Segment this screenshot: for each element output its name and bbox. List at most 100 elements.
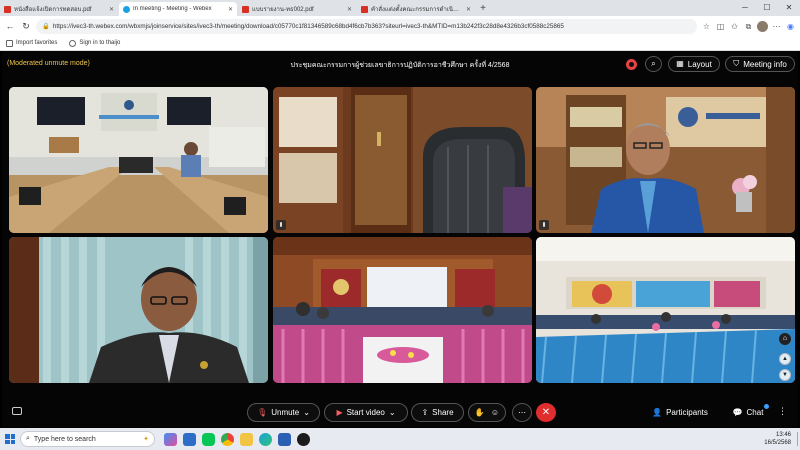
taskbar-pinned-apps — [164, 432, 310, 446]
more-options-button[interactable]: ⋯ — [512, 403, 532, 422]
import-icon — [6, 39, 13, 47]
search-highlight-icon: ✦ — [143, 436, 149, 443]
share-screen-icon: ⇪ — [421, 407, 429, 417]
share-label: Share — [432, 408, 454, 417]
tab-label: คำสั่งแต่งตั้งคณะกรรมการดำเนินงาน.pdf — [371, 7, 463, 13]
more-vertical-icon[interactable]: ⋮ — [778, 406, 787, 417]
close-window-icon[interactable]: ✕ — [778, 0, 800, 16]
close-icon[interactable]: ✕ — [347, 6, 352, 13]
clock-time: 13:46 — [775, 432, 791, 438]
pdf-icon — [361, 5, 368, 13]
recording-icon[interactable] — [626, 59, 637, 70]
close-icon[interactable]: ✕ — [228, 6, 233, 13]
meeting-control-bar: 🎙 Unmute ⌄ ▶ Start video ⌄ ⇪ Share ✋ ☺ ⋯… — [2, 401, 798, 425]
store-app-icon[interactable] — [183, 432, 196, 446]
participants-button[interactable]: 👤 Participants — [648, 403, 712, 422]
chat-label: Chat — [746, 408, 764, 417]
copilot-icon[interactable]: ◉ — [785, 21, 796, 32]
unmute-button[interactable]: 🎙 Unmute ⌄ — [247, 403, 320, 422]
home-icon[interactable]: ⌂ — [779, 333, 791, 345]
emoji-icon[interactable]: ☺ — [491, 408, 499, 417]
tab-label: หนังสือแจ้งเปิดการทดสอบ.pdf — [14, 7, 92, 13]
video-tile-3[interactable] — [536, 87, 795, 233]
close-icon[interactable]: ✕ — [109, 6, 114, 13]
video-tile-2[interactable] — [273, 87, 532, 233]
webex-app-icon[interactable] — [297, 432, 310, 446]
share-button[interactable]: ⇪ Share — [411, 403, 464, 422]
captions-icon[interactable] — [12, 407, 22, 415]
video-feed-blue-room — [536, 237, 795, 383]
search-button[interactable]: ⌕ — [645, 56, 662, 72]
window-controls: ─ ☐ ✕ — [734, 0, 800, 16]
browser-tab-3[interactable]: แบบรายงาน-ทธ002.pdf ✕ — [238, 2, 356, 16]
bookmark-thaijo[interactable]: Sign in to thaijo — [69, 39, 121, 47]
address-bar: ← ↻ 🔒 https://ivec3-th.webex.com/wbxmjs/… — [0, 16, 800, 36]
muted-mic-icon — [539, 220, 549, 230]
scroll-down-button[interactable]: ▼ — [779, 369, 791, 381]
favorite-star-icon[interactable]: ☆ — [701, 21, 712, 32]
profile-avatar[interactable] — [757, 20, 768, 32]
chrome-app-icon[interactable] — [221, 432, 234, 446]
video-tile-4[interactable] — [9, 237, 268, 383]
browser-tab-strip: หนังสือแจ้งเปิดการทดสอบ.pdf ✕ In meeting… — [0, 0, 800, 16]
collections-icon[interactable]: ⧉ — [743, 21, 754, 32]
url-text: https://ivec3-th.webex.com/wbxmjs/joinse… — [52, 22, 564, 30]
close-icon: ✕ — [541, 407, 551, 418]
webex-meeting-window: (Moderated unmute mode) ประชุมคณะกรรมการ… — [2, 51, 798, 427]
windows-start-icon[interactable] — [5, 434, 15, 444]
split-screen-icon[interactable]: ◫ — [715, 21, 726, 32]
chat-button[interactable]: 💬 Chat — [729, 403, 767, 422]
video-tile-5[interactable] — [273, 237, 532, 383]
minimize-icon[interactable]: ─ — [734, 0, 756, 16]
refresh-icon[interactable]: ↻ — [20, 20, 32, 32]
taskbar-clock[interactable]: 13:46 16/5/2568 — [764, 431, 795, 447]
video-feed-participant-suit — [536, 87, 795, 233]
line-app-icon[interactable] — [202, 432, 215, 446]
reactions-button[interactable]: ✋ ☺ — [468, 403, 506, 422]
browser-tab-4[interactable]: คำสั่งแต่งตั้งคณะกรรมการดำเนินงาน.pdf ✕ — [357, 2, 475, 16]
close-icon[interactable]: ✕ — [466, 6, 471, 13]
maximize-icon[interactable]: ☐ — [756, 0, 778, 16]
shield-icon: ⛉ — [733, 59, 740, 68]
browser-tab-1[interactable]: หนังสือแจ้งเปิดการทดสอบ.pdf ✕ — [0, 2, 118, 16]
leave-meeting-button[interactable]: ✕ — [536, 403, 556, 422]
video-feed-conference-hall — [273, 237, 532, 383]
favorites-icon[interactable]: ✩ — [729, 21, 740, 32]
edge-app-icon[interactable] — [259, 432, 272, 446]
people-icon: 👤 — [652, 407, 663, 417]
start-video-button[interactable]: ▶ Start video ⌄ — [324, 403, 408, 422]
show-desktop-edge[interactable] — [797, 432, 798, 446]
bookmarks-bar: Import favorites Sign in to thaijo — [0, 36, 800, 51]
file-explorer-icon[interactable] — [240, 432, 253, 446]
scroll-up-button[interactable]: ▲ — [779, 353, 791, 365]
unmute-label: Unmute — [271, 408, 300, 417]
meeting-info-button[interactable]: ⛉ Meeting info — [725, 56, 795, 72]
bookmark-label: Sign in to thaijo — [79, 40, 121, 46]
video-tile-1[interactable] — [9, 87, 268, 233]
menu-dots-icon[interactable]: ⋯ — [771, 21, 782, 32]
pdf-icon — [242, 5, 249, 13]
taskbar-search-box[interactable]: ⌕ Type here to search ✦ — [20, 431, 155, 447]
video-feed-participant-speaking — [9, 237, 268, 383]
new-tab-button[interactable]: + — [476, 2, 490, 16]
bookmark-import-favorites[interactable]: Import favorites — [6, 39, 57, 47]
back-icon[interactable]: ← — [4, 20, 16, 32]
layout-button[interactable]: ▦ Layout — [668, 56, 720, 72]
chevron-down-icon[interactable]: ⌄ — [303, 408, 310, 417]
tab-label: In meeting - Meeting - Webex — [133, 6, 212, 12]
chevron-down-icon[interactable]: ⌄ — [389, 408, 396, 417]
browser-toolbar-icons: ☆ ◫ ✩ ⧉ ⋯ ◉ — [701, 20, 796, 32]
chat-notification-badge — [764, 404, 769, 409]
taskbar-search-placeholder: Type here to search — [33, 435, 96, 443]
search-icon: ⌕ — [26, 435, 30, 442]
globe-icon — [69, 39, 77, 47]
participants-label: Participants — [666, 408, 708, 417]
word-app-icon[interactable] — [278, 432, 291, 446]
muted-mic-icon — [276, 220, 286, 230]
url-field[interactable]: 🔒 https://ivec3-th.webex.com/wbxmjs/join… — [36, 18, 697, 34]
copilot-app-icon[interactable] — [164, 432, 177, 446]
browser-tab-2[interactable]: In meeting - Meeting - Webex ✕ — [119, 2, 237, 16]
raise-hand-icon[interactable]: ✋ — [475, 408, 485, 417]
video-tile-6[interactable]: ⌂ ▲ ▼ — [536, 237, 795, 383]
lock-icon: 🔒 — [42, 23, 50, 30]
